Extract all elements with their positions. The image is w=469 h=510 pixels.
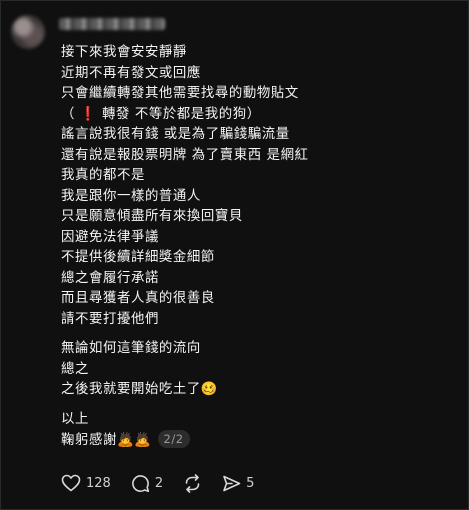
post-line: 謠言說我很有錢 或是為了騙錢騙流量: [61, 127, 290, 142]
post-line-last: 鞠躬感謝🙇🙇 2/2: [61, 430, 461, 451]
post-line: 鞠躬感謝🙇🙇: [61, 433, 152, 448]
share-count: 5: [246, 475, 255, 491]
post-line: 因避免法律爭議: [61, 229, 159, 245]
exclamation-icon: ❗: [79, 106, 98, 122]
post-line: 接下來我會安安靜靜: [61, 45, 187, 60]
thread-post: 接下來我會安安靜靜 近期不再有發文或回應 只會繼續轉發其他需要找尋的動物貼文 （…: [0, 0, 469, 510]
post-line: 之後我就要開始吃土了🥴: [61, 382, 219, 397]
post-body: 接下來我會安安靜靜 近期不再有發文或回應 只會繼續轉發其他需要找尋的動物貼文 （…: [61, 43, 461, 451]
post-line: 總之會履行承諾: [61, 270, 159, 286]
like-button[interactable]: 128: [61, 474, 111, 492]
page-indicator: 2/2: [157, 430, 190, 448]
username[interactable]: [59, 16, 165, 32]
post-line: （ ❗ 轉發 不等於都是我的狗）: [61, 106, 261, 122]
like-count: 128: [86, 475, 111, 491]
post-line: 以上: [61, 411, 89, 427]
comment-count: 2: [154, 475, 164, 491]
post-line: 無論如何這筆錢的流向: [61, 341, 201, 356]
post-line: 請不要打擾他們: [61, 311, 159, 327]
post-line: 還有說是報股票明牌 為了賣東西 是網紅: [61, 147, 309, 163]
heart-icon: [61, 474, 81, 492]
action-bar: 128 2 5: [61, 473, 274, 493]
post-line: 只是願意傾盡所有來換回寶貝: [61, 209, 243, 224]
avatar[interactable]: [11, 15, 45, 49]
repost-button[interactable]: [183, 473, 202, 493]
post-line: 只會繼續轉發其他需要找尋的動物貼文: [61, 86, 299, 101]
post-line: 總之: [61, 361, 89, 377]
send-icon: [222, 474, 241, 493]
post-line: 而且尋獲者人真的很善良: [61, 291, 215, 306]
repost-icon: [183, 473, 202, 493]
comment-button[interactable]: 2: [131, 474, 163, 493]
post-line: 不提供後續詳細獎金細節: [61, 250, 215, 265]
post-line: 近期不再有發文或回應: [61, 65, 201, 81]
post-line: 我是跟你一樣的普通人: [61, 188, 201, 204]
post-line: 我真的都不是: [61, 168, 145, 183]
comment-icon: [131, 474, 150, 493]
share-button[interactable]: 5: [222, 474, 254, 493]
username-redacted: [59, 18, 165, 30]
